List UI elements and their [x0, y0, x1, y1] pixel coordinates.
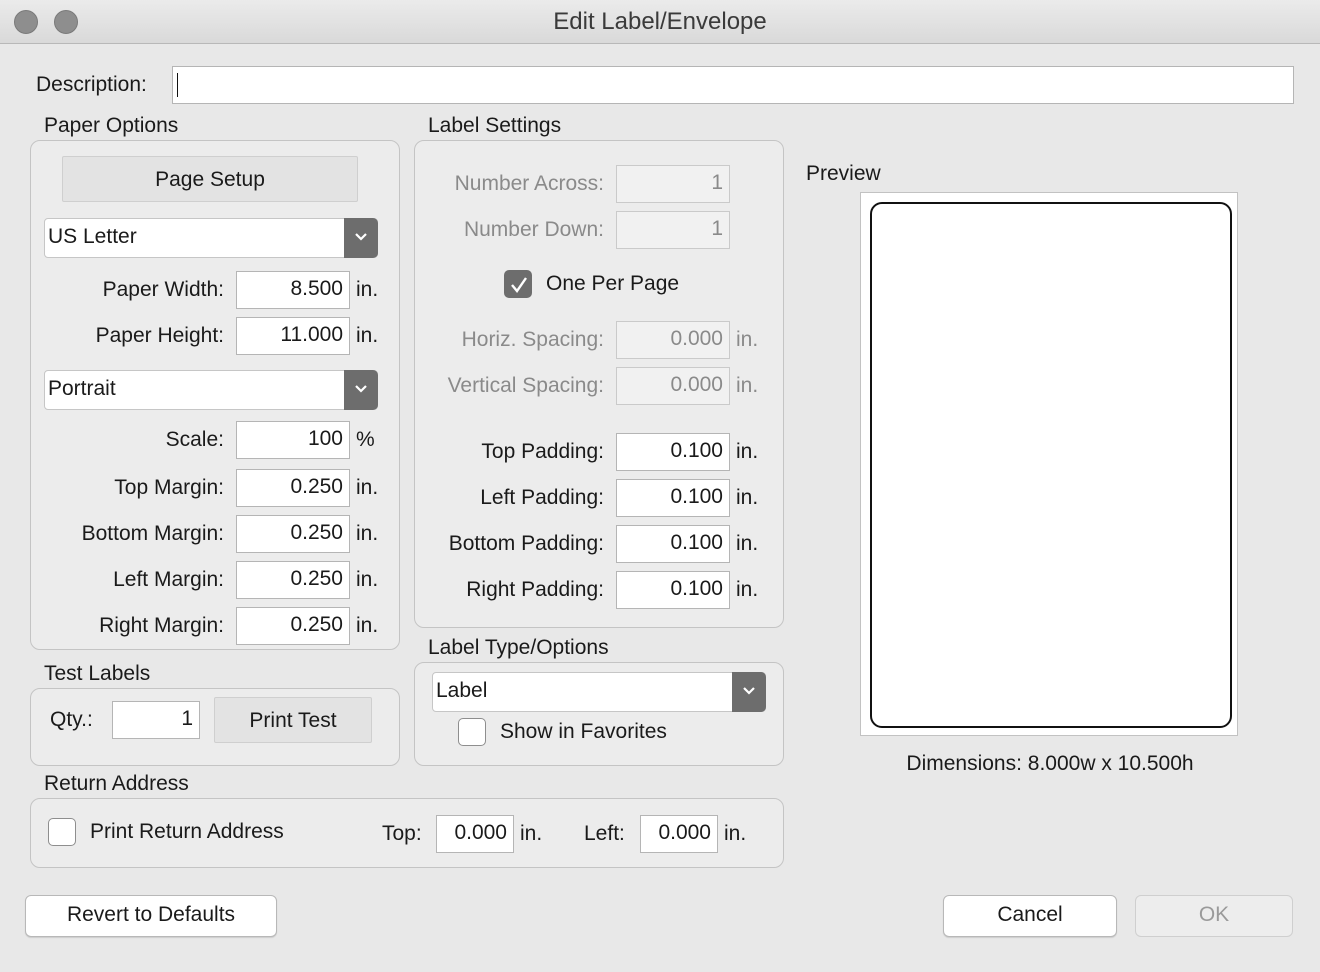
right-padding-unit: in.: [736, 578, 759, 601]
test-labels-heading: Test Labels: [44, 662, 151, 685]
checkmark-icon: [511, 277, 527, 293]
label-type-heading: Label Type/Options: [428, 636, 609, 659]
horiz-spacing-field[interactable]: 0.000: [616, 321, 730, 359]
revert-to-defaults-button[interactable]: Revert to Defaults: [25, 895, 277, 937]
return-top-field[interactable]: 0.000: [436, 815, 514, 853]
paper-width-label: Paper Width:: [102, 278, 224, 301]
number-down-field[interactable]: 1: [616, 211, 730, 249]
paper-options-heading: Paper Options: [44, 114, 179, 137]
print-test-button[interactable]: Print Test: [214, 697, 372, 743]
left-margin-label: Left Margin:: [113, 568, 224, 591]
label-type-select[interactable]: Label: [432, 672, 766, 712]
paper-width-unit: in.: [356, 278, 379, 301]
qty-label: Qty.:: [50, 708, 93, 731]
preview-label-outline: [870, 202, 1232, 728]
right-padding-label: Right Padding:: [466, 578, 604, 601]
paper-height-field[interactable]: 11.000: [236, 317, 350, 355]
left-padding-field[interactable]: 0.100: [616, 479, 730, 517]
chevron-down-icon: [344, 370, 378, 410]
scale-field[interactable]: 100: [236, 421, 350, 459]
bottom-margin-field[interactable]: 0.250: [236, 515, 350, 553]
return-top-unit: in.: [520, 822, 543, 845]
number-across-field[interactable]: 1: [616, 165, 730, 203]
vertical-spacing-unit: in.: [736, 374, 759, 397]
scale-label: Scale:: [165, 428, 224, 451]
paper-size-select[interactable]: US Letter: [44, 218, 378, 258]
label-settings-heading: Label Settings: [428, 114, 562, 137]
text-cursor: [177, 73, 178, 97]
preview-dimensions: Dimensions: 8.000w x 10.500h: [906, 752, 1194, 775]
return-left-field[interactable]: 0.000: [640, 815, 718, 853]
vertical-spacing-field[interactable]: 0.000: [616, 367, 730, 405]
paper-size-value: US Letter: [48, 225, 137, 248]
cancel-button[interactable]: Cancel: [943, 895, 1117, 937]
return-top-label: Top:: [382, 822, 422, 845]
scale-unit: %: [356, 428, 375, 451]
orientation-value: Portrait: [48, 377, 116, 400]
number-down-label: Number Down:: [463, 218, 604, 241]
return-left-label: Left:: [584, 822, 625, 845]
left-margin-unit: in.: [356, 568, 379, 591]
top-margin-field[interactable]: 0.250: [236, 469, 350, 507]
top-margin-unit: in.: [356, 476, 379, 499]
paper-width-field[interactable]: 8.500: [236, 271, 350, 309]
qty-field[interactable]: 1: [112, 701, 200, 739]
number-across-label: Number Across:: [454, 172, 604, 195]
paper-height-unit: in.: [356, 324, 379, 347]
right-margin-unit: in.: [356, 614, 379, 637]
horiz-spacing-unit: in.: [736, 328, 759, 351]
show-in-favorites-checkbox[interactable]: [458, 718, 486, 746]
left-margin-field[interactable]: 0.250: [236, 561, 350, 599]
label-type-value: Label: [436, 679, 488, 702]
right-padding-field[interactable]: 0.100: [616, 571, 730, 609]
one-per-page-checkbox[interactable]: [504, 270, 532, 298]
bottom-padding-unit: in.: [736, 532, 759, 555]
orientation-select[interactable]: Portrait: [44, 370, 378, 410]
description-label: Description:: [36, 73, 147, 96]
preview-heading: Preview: [806, 162, 881, 185]
right-margin-field[interactable]: 0.250: [236, 607, 350, 645]
return-address-heading: Return Address: [44, 772, 189, 795]
bottom-padding-field[interactable]: 0.100: [616, 525, 730, 563]
top-padding-unit: in.: [736, 440, 759, 463]
vertical-spacing-label: Vertical Spacing:: [447, 374, 604, 397]
bottom-margin-label: Bottom Margin:: [81, 522, 224, 545]
return-left-unit: in.: [724, 822, 747, 845]
right-margin-label: Right Margin:: [99, 614, 224, 637]
left-padding-unit: in.: [736, 486, 759, 509]
preview-paper: [860, 192, 1238, 736]
chevron-down-icon: [344, 218, 378, 258]
description-input[interactable]: [172, 66, 1294, 104]
horiz-spacing-label: Horiz. Spacing:: [461, 328, 604, 351]
ok-button[interactable]: OK: [1135, 895, 1293, 937]
top-padding-label: Top Padding:: [481, 440, 604, 463]
window-title: Edit Label/Envelope: [553, 8, 767, 35]
top-padding-field[interactable]: 0.100: [616, 433, 730, 471]
paper-height-label: Paper Height:: [95, 324, 224, 347]
print-return-address-label: Print Return Address: [90, 820, 284, 843]
show-in-favorites-label: Show in Favorites: [500, 720, 667, 743]
chevron-down-icon: [732, 672, 766, 712]
bottom-padding-label: Bottom Padding:: [448, 532, 604, 555]
bottom-margin-unit: in.: [356, 522, 379, 545]
page-setup-button[interactable]: Page Setup: [62, 156, 358, 202]
one-per-page-label: One Per Page: [546, 272, 680, 295]
top-margin-label: Top Margin:: [114, 476, 224, 499]
left-padding-label: Left Padding:: [480, 486, 604, 509]
print-return-address-checkbox[interactable]: [48, 818, 76, 846]
